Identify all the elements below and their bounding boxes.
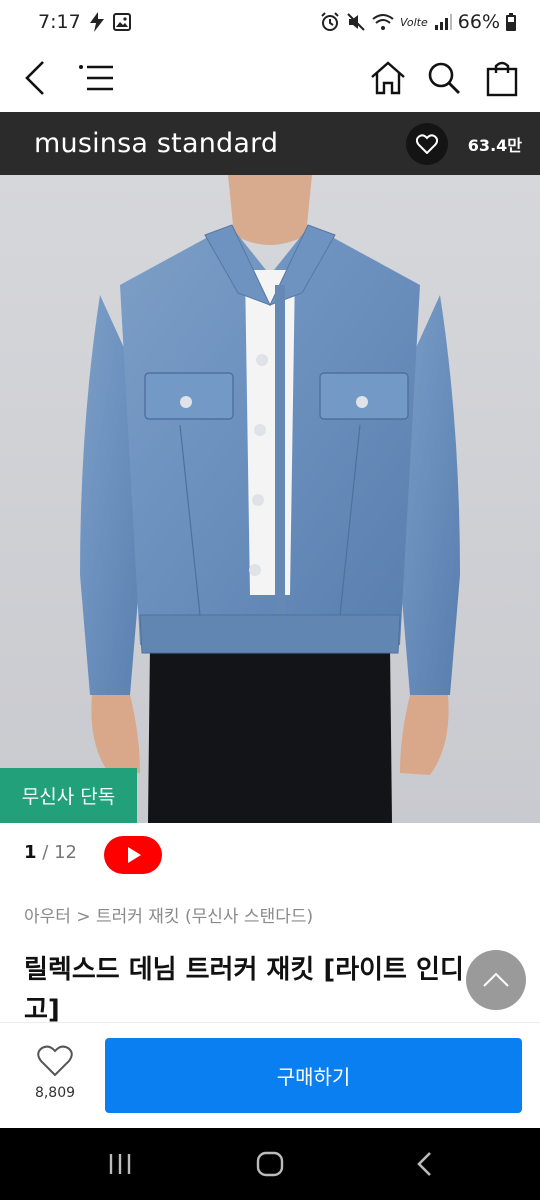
status-bar: 7:17 Volte 66% [0, 0, 540, 44]
signal-icon [434, 14, 452, 30]
wishlist-count: 8,809 [34, 1085, 76, 1101]
mute-icon [346, 12, 366, 32]
app-navigation [0, 44, 540, 112]
scroll-to-top-button[interactable] [466, 950, 526, 1010]
breadcrumb[interactable]: 아우터 > 트러커 재킷 (무신사 스탠다드) [24, 902, 313, 927]
home-button-icon[interactable] [250, 1146, 290, 1182]
battery-icon [506, 13, 516, 31]
purchase-bar: 8,809 구매하기 [0, 1022, 540, 1128]
search-icon[interactable] [420, 54, 468, 102]
recent-apps-icon[interactable] [100, 1146, 140, 1182]
flash-icon [89, 12, 105, 32]
cart-icon[interactable] [478, 54, 526, 102]
product-title: 릴렉스드 데님 트러커 재킷 [라이트 인디고] [24, 955, 464, 1025]
battery-text: 66% [457, 11, 500, 33]
network-label: Volte [400, 15, 428, 29]
back-icon[interactable] [12, 54, 60, 102]
system-navigation-bar [0, 1128, 540, 1200]
alarm-icon [320, 12, 340, 32]
image-total: 12 [54, 842, 77, 863]
gallery-icon [112, 13, 131, 31]
wishlist-button[interactable]: 8,809 [24, 1045, 86, 1101]
video-button[interactable] [104, 836, 162, 874]
back-button-icon[interactable] [404, 1146, 444, 1182]
image-index: 1 [24, 842, 37, 863]
brand-name[interactable]: musinsa standard [34, 128, 278, 159]
chevron-up-icon [483, 972, 509, 987]
menu-icon[interactable] [72, 54, 120, 102]
status-time: 7:17 [38, 11, 81, 33]
wifi-icon [372, 13, 394, 31]
brand-like-count: 63.4만 [467, 135, 522, 155]
image-pager: 1 / 12 [24, 842, 77, 863]
product-image[interactable] [0, 175, 540, 823]
heart-icon [415, 133, 438, 154]
home-icon[interactable] [364, 54, 412, 102]
exclusive-badge: 무신사 단독 [0, 768, 137, 823]
brand-like-button[interactable] [405, 122, 448, 165]
brand-bar[interactable]: musinsa standard 63.4만 [0, 112, 540, 175]
play-icon [128, 847, 141, 863]
heart-icon [37, 1045, 73, 1077]
buy-button[interactable]: 구매하기 [105, 1038, 522, 1113]
pager-separator: / [42, 842, 55, 863]
